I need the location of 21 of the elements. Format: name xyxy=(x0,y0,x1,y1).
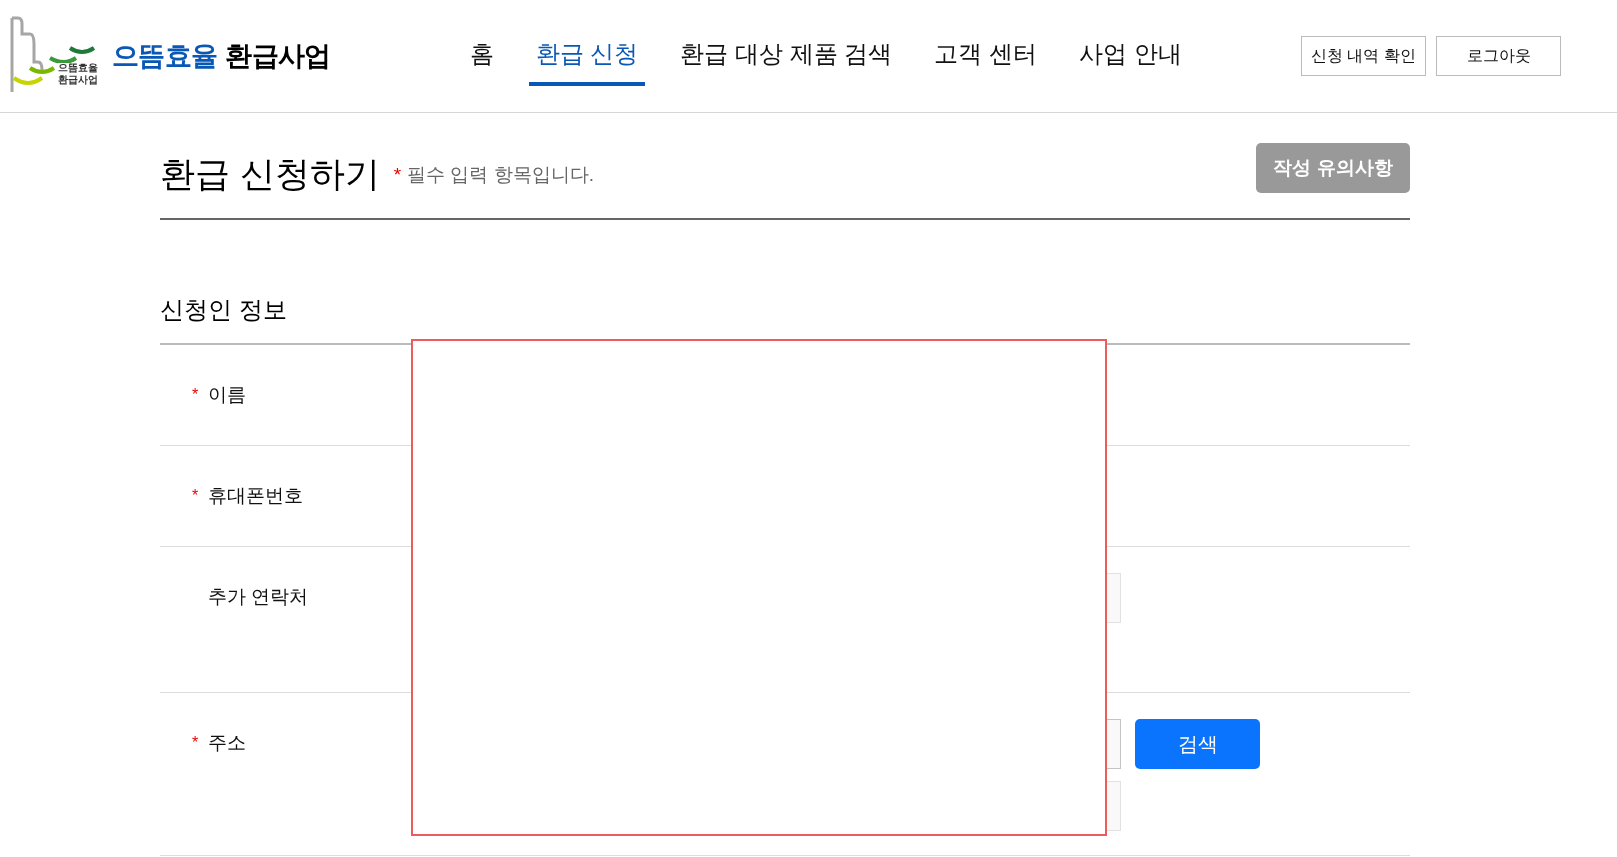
field-label: 주소 xyxy=(208,731,246,755)
site-title[interactable]: 으뜸효율 환급사업 xyxy=(112,35,331,77)
field-label: 추가 연락처 xyxy=(208,585,309,609)
required-mark: * xyxy=(192,385,200,406)
section-title: 신청인 정보 xyxy=(160,295,288,325)
nav-tab[interactable]: 홈 xyxy=(462,26,501,86)
nav-tab[interactable]: 사업 안내 xyxy=(1072,26,1189,86)
required-mark: * xyxy=(192,733,200,754)
page-title: 환급 신청하기 xyxy=(160,156,380,191)
header-button[interactable]: 로그아웃 xyxy=(1436,36,1561,76)
header-button[interactable]: 신청 내역 확인 xyxy=(1301,36,1426,76)
nav-tab[interactable]: 환급 신청 xyxy=(528,26,646,86)
nav-tab[interactable]: 환급 대상 제품 검색 xyxy=(673,26,900,86)
field-label: 이름 xyxy=(208,383,246,407)
required-mark: * xyxy=(192,486,200,507)
logo-caption: 환급사업 xyxy=(58,75,98,85)
required-note: * 필수 입력 항목입니다. xyxy=(393,162,594,187)
nav-tab[interactable]: 고객 센터 xyxy=(927,26,1044,86)
field-label: 휴대폰번호 xyxy=(208,484,303,508)
logo-caption: 으뜸효율 xyxy=(58,63,98,73)
search-button[interactable]: 검색 xyxy=(1135,719,1260,769)
